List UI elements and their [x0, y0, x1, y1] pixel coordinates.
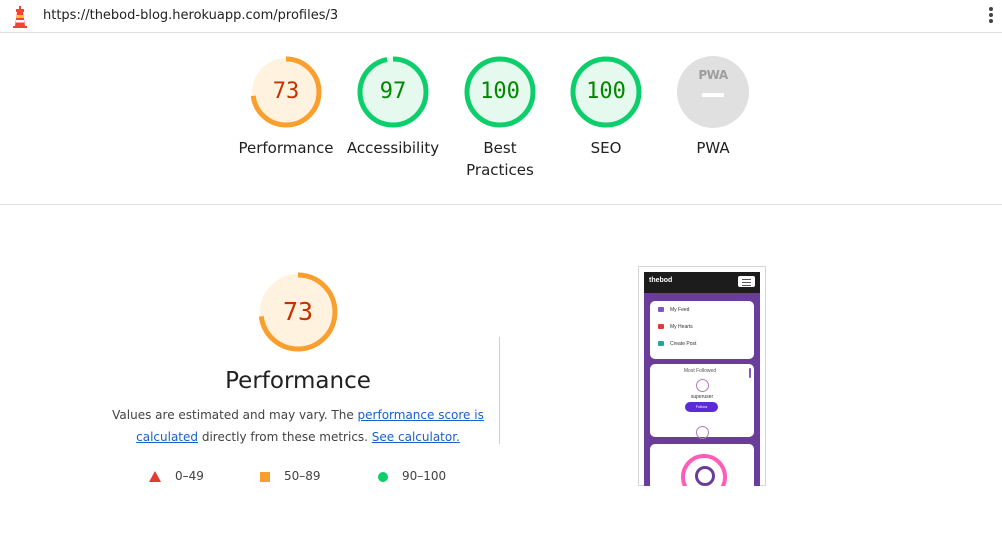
section-divider — [0, 204, 1002, 205]
gauge-pwa[interactable]: PWA PWA — [663, 55, 763, 159]
screenshot-menu-item: My Feed — [658, 307, 689, 313]
pwa-badge-text: PWA — [698, 68, 728, 82]
screenshot-scrollbar — [749, 368, 751, 378]
post-icon — [658, 341, 664, 347]
heart-icon — [658, 324, 664, 330]
screenshot-follow-button: Follow — [685, 402, 718, 412]
performance-score: 73 — [272, 79, 300, 104]
gauge-seo[interactable]: 100 SEO — [556, 55, 656, 159]
best-practices-score: 100 — [480, 79, 520, 104]
screenshot-profile-card — [650, 444, 754, 486]
screenshot-most-followed: Most Followed — [683, 368, 717, 374]
legend-fail: 0–49 — [149, 469, 204, 483]
description-text-2: directly from these metrics. — [198, 430, 372, 444]
feed-icon — [658, 307, 664, 313]
url-bar: https://thebod-blog.herokuapp.com/profil… — [0, 0, 1002, 33]
legend-average-range: 50–89 — [284, 469, 321, 483]
performance-description: Values are estimated and may vary. The p… — [108, 404, 488, 448]
gauge-performance[interactable]: 73 Performance — [236, 55, 336, 159]
vertical-separator — [499, 337, 500, 444]
screenshot-menu-label: Create Post — [670, 341, 697, 347]
best-practices-label: Best Practices — [466, 139, 534, 179]
screenshot-menu-item: My Hearts — [658, 324, 693, 330]
screenshot-most-followed-card: Most Followed superuser Follow — [650, 364, 754, 439]
screenshot-menu-label: My Feed — [670, 307, 690, 313]
seo-label: SEO — [590, 139, 622, 157]
pwa-dash-icon — [702, 93, 724, 97]
screenshot-menu-label: My Hearts — [670, 324, 693, 330]
final-screenshot-thumbnail[interactable]: thebod My Feed My Hearts Create Post Mos… — [638, 266, 766, 486]
pwa-label: PWA — [696, 139, 730, 157]
gauge-accessibility[interactable]: 97 Accessibility — [343, 55, 443, 159]
gauge-best-practices[interactable]: 100 Best Practices — [450, 55, 550, 181]
more-options-icon[interactable] — [988, 7, 994, 27]
description-text-1: Values are estimated and may vary. The — [112, 408, 358, 422]
screenshot-menu-item: Create Post — [658, 341, 696, 347]
report-url[interactable]: https://thebod-blog.herokuapp.com/profil… — [43, 8, 338, 23]
legend-pass: 90–100 — [378, 469, 446, 483]
screenshot-brand: thebod — [649, 277, 673, 284]
circle-icon — [378, 471, 388, 482]
screenshot-screen: thebod My Feed My Hearts Create Post Mos… — [644, 272, 760, 486]
square-icon — [260, 471, 270, 482]
accessibility-label: Accessibility — [346, 139, 440, 157]
seo-score: 100 — [586, 79, 626, 104]
performance-heading: Performance — [225, 368, 371, 394]
performance-label: Performance — [238, 139, 334, 157]
screenshot-menu-card: My Feed My Hearts Create Post — [650, 301, 754, 359]
screenshot-username: superuser — [690, 394, 714, 400]
triangle-icon — [149, 471, 161, 482]
lighthouse-icon — [13, 6, 27, 28]
avatar — [696, 379, 709, 392]
legend-average: 50–89 — [260, 469, 321, 483]
legend-pass-range: 90–100 — [402, 469, 447, 483]
see-calculator-link[interactable]: See calculator. — [372, 430, 460, 444]
avatar — [696, 426, 709, 439]
screenshot-navbar: thebod — [644, 272, 760, 293]
legend-fail-range: 0–49 — [175, 469, 204, 483]
performance-main-score: 73 — [282, 297, 314, 326]
pwa-gauge-badge — [677, 56, 749, 128]
profile-inner-ring-icon — [695, 466, 715, 486]
accessibility-score: 97 — [379, 79, 407, 104]
hamburger-icon — [738, 276, 755, 287]
performance-main-gauge: 73 — [257, 271, 339, 353]
